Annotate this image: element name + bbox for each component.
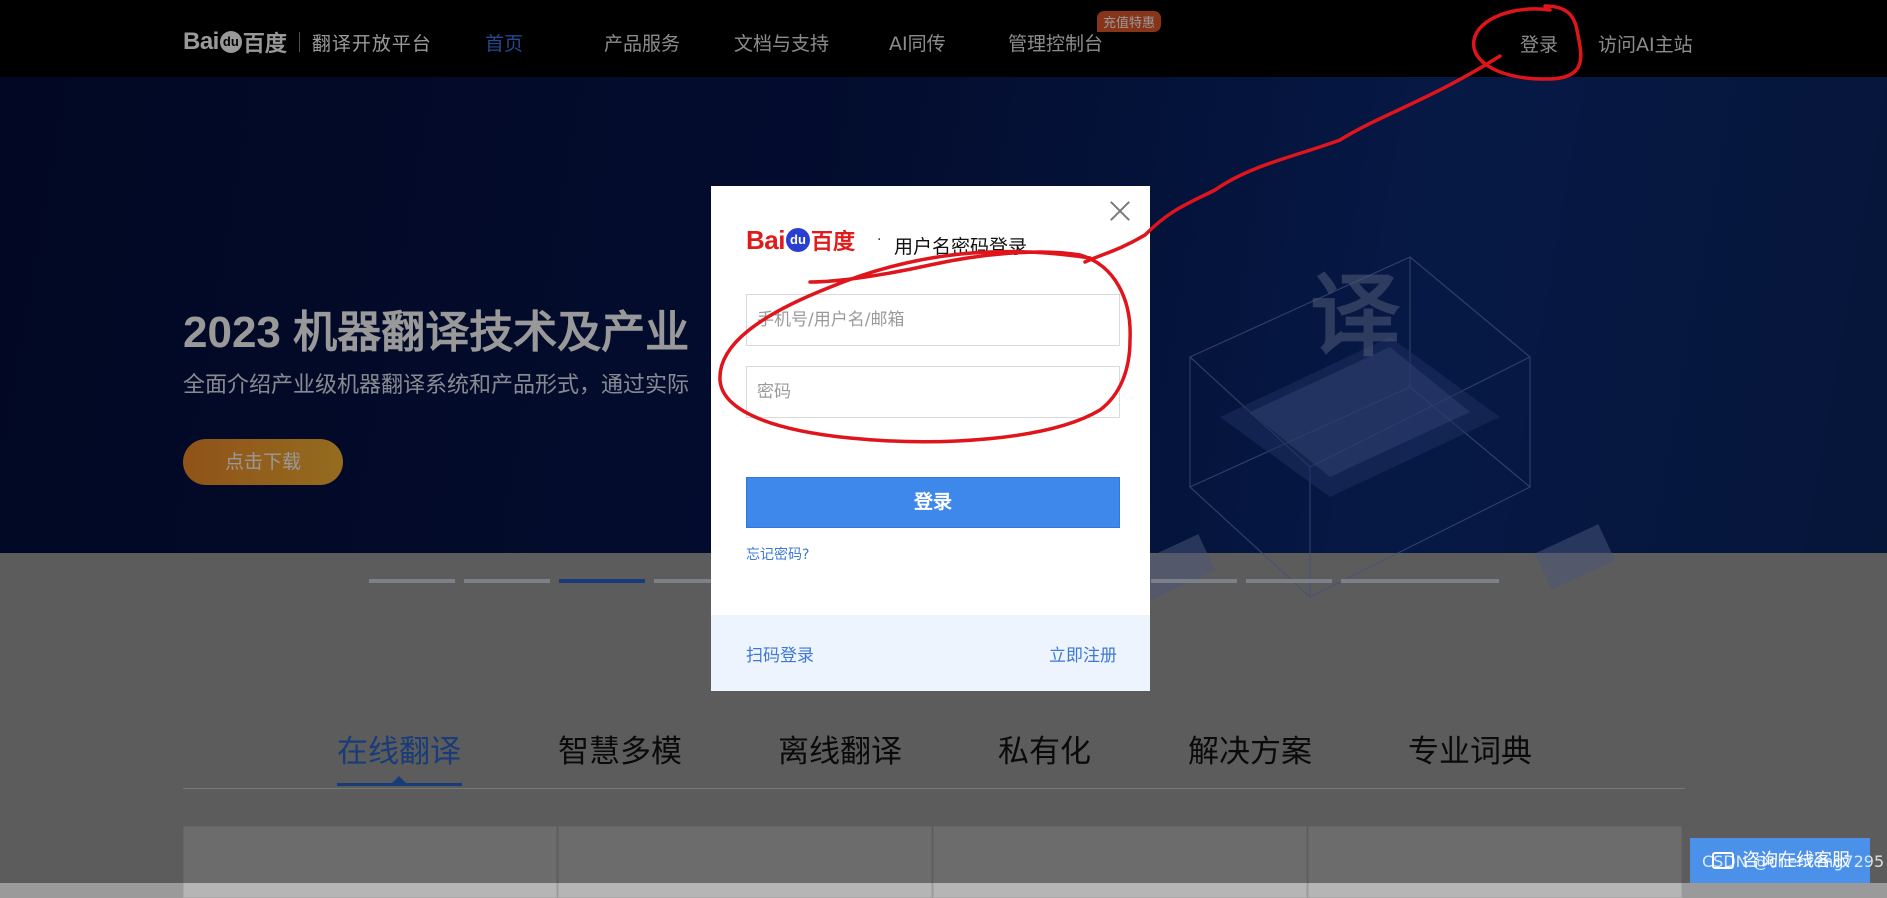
username-field-wrapper <box>746 294 1120 346</box>
qr-login-link[interactable]: 扫码登录 <box>746 641 814 666</box>
password-field-wrapper <box>746 366 1120 418</box>
forgot-password-link[interactable]: 忘记密码? <box>746 544 809 564</box>
csdn-watermark: CSDN @chenfeng7295 <box>1702 852 1885 871</box>
modal-baidu-logo: Bai du 百度 <box>746 224 855 256</box>
modal-logo-baidu: 百度 <box>810 230 855 255</box>
register-link[interactable]: 立即注册 <box>1049 641 1117 666</box>
paw-icon: du <box>785 228 810 252</box>
title-separator: · <box>877 232 882 248</box>
username-input[interactable] <box>747 295 1119 345</box>
password-input[interactable] <box>747 367 1119 417</box>
modal-footer: 扫码登录 立即注册 <box>711 615 1150 691</box>
modal-logo-bai: Bai <box>746 224 785 255</box>
close-icon[interactable] <box>1107 198 1133 224</box>
modal-title: 用户名密码登录 <box>894 236 1028 258</box>
login-submit-button[interactable]: 登录 <box>746 477 1120 528</box>
login-modal: Bai du 百度 · 用户名密码登录 登录 忘记密码? 扫码登录 立即注册 <box>711 186 1150 691</box>
